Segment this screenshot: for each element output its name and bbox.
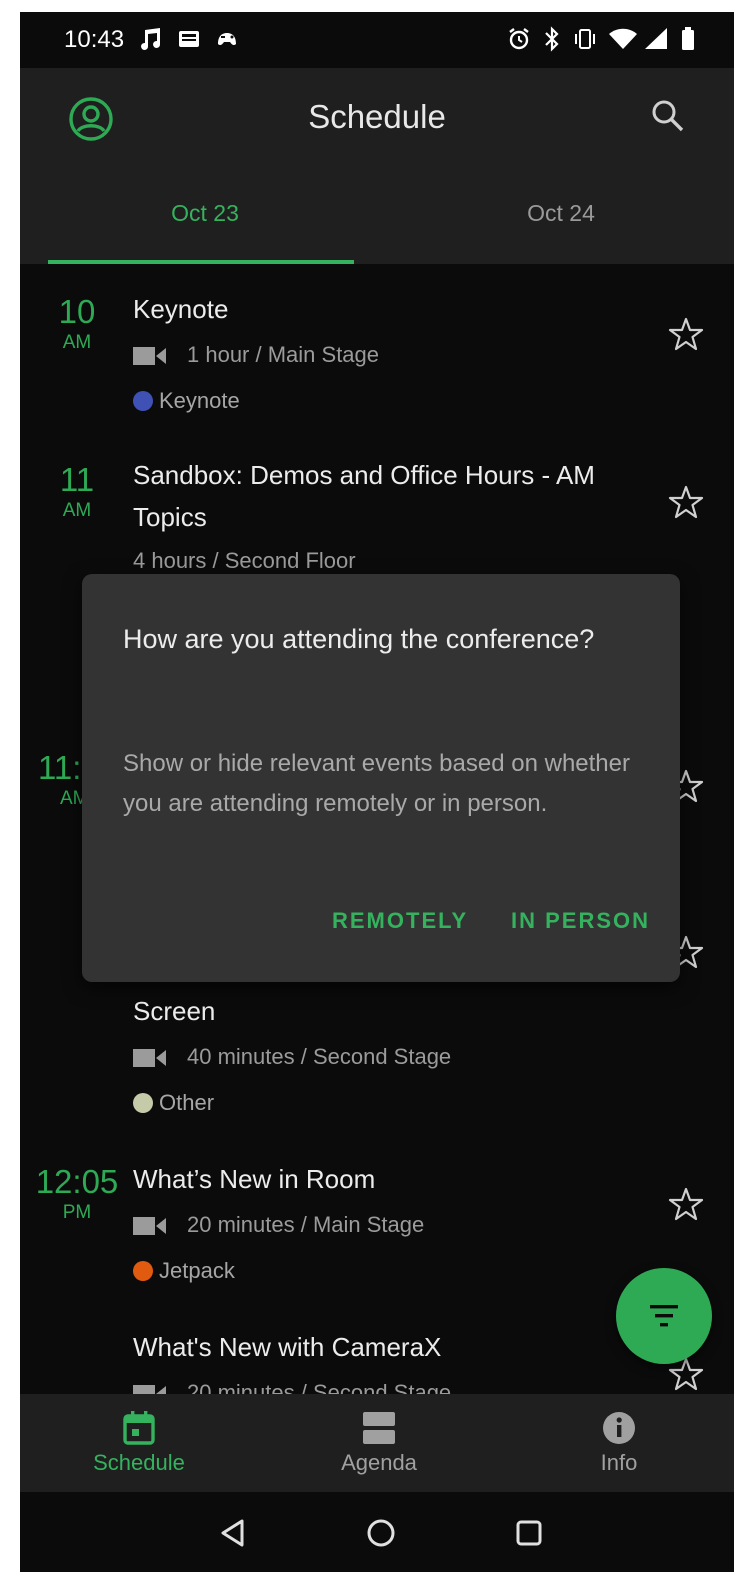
time-hour: 12:05 bbox=[35, 1163, 119, 1200]
phone-screen: 10:43 Schedule Oct 23 Oct 24 10 AM Keyno… bbox=[20, 12, 734, 1572]
star-icon[interactable] bbox=[668, 316, 704, 352]
session-meta-text: 4 hours / Second Floor bbox=[133, 548, 356, 573]
time-header: 11 AM bbox=[46, 462, 108, 524]
tag-label: Jetpack bbox=[159, 1258, 235, 1283]
calendar-icon bbox=[123, 1411, 155, 1445]
session-meta: 40 minutes / Second Stage bbox=[133, 1042, 451, 1072]
time-hour: 11 bbox=[59, 461, 95, 498]
alarm-icon bbox=[509, 28, 529, 50]
agenda-icon bbox=[363, 1412, 395, 1444]
system-navigation-bar bbox=[20, 1492, 734, 1572]
tag-dot bbox=[133, 1093, 153, 1113]
dialog-body: Show or hide relevant events based on wh… bbox=[123, 750, 630, 817]
app-bar: Schedule Oct 23 Oct 24 bbox=[20, 68, 734, 264]
in-person-button[interactable]: IN PERSON bbox=[511, 908, 650, 934]
music-note-icon bbox=[141, 28, 161, 50]
session-meta-text: 1 hour / Main Stage bbox=[187, 342, 380, 367]
session-meta-text: 20 minutes / Main Stage bbox=[187, 1212, 425, 1237]
filter-button[interactable] bbox=[616, 1268, 712, 1364]
tag-label: Keynote bbox=[159, 388, 240, 413]
time-ampm: PM bbox=[62, 1202, 92, 1223]
time-ampm: AM bbox=[62, 332, 92, 353]
nav-info[interactable]: Info bbox=[500, 1394, 734, 1492]
time-header: 10 AM bbox=[46, 294, 108, 356]
battery-icon bbox=[682, 27, 694, 50]
session-meta: 1 hour / Main Stage bbox=[133, 340, 379, 370]
nav-agenda[interactable]: Agenda bbox=[260, 1394, 498, 1492]
session-tag: Keynote bbox=[133, 386, 240, 416]
session-tag: Jetpack bbox=[133, 1256, 235, 1286]
session-title[interactable]: Screen bbox=[133, 990, 653, 1032]
game-controller-icon bbox=[218, 33, 236, 46]
tag-dot bbox=[133, 1261, 153, 1281]
tab-indicator bbox=[48, 260, 354, 264]
filter-icon bbox=[650, 1305, 678, 1327]
status-bar: 10:43 bbox=[20, 12, 734, 68]
remotely-button[interactable]: REMOTELY bbox=[332, 908, 468, 934]
news-icon bbox=[179, 31, 199, 47]
nav-label: Info bbox=[600, 1450, 638, 1475]
time-ampm: AM bbox=[62, 500, 92, 521]
recents-icon[interactable] bbox=[514, 1518, 544, 1548]
session-meta-text: 20 minutes / Second Stage bbox=[187, 1380, 452, 1394]
tag-label: Other bbox=[159, 1090, 215, 1115]
session-meta: 20 minutes / Second Stage bbox=[133, 1378, 451, 1394]
dialog-title: How are you attending the conference? bbox=[123, 624, 595, 654]
nav-label: Agenda bbox=[341, 1450, 417, 1475]
video-camera-icon bbox=[133, 1049, 166, 1068]
tab-oct-24[interactable]: Oct 24 bbox=[396, 200, 726, 227]
vibrate-icon bbox=[575, 29, 595, 49]
tab-oct-23[interactable]: Oct 23 bbox=[40, 200, 370, 227]
signal-icon bbox=[645, 28, 667, 49]
video-camera-icon bbox=[133, 1385, 166, 1394]
back-icon[interactable] bbox=[218, 1518, 248, 1548]
star-icon[interactable] bbox=[668, 484, 704, 520]
star-icon[interactable] bbox=[668, 1186, 704, 1222]
search-icon[interactable] bbox=[650, 98, 686, 134]
time-header: 12:05 PM bbox=[32, 1164, 122, 1226]
session-tag: Other bbox=[133, 1088, 214, 1118]
session-title[interactable]: What's New with CameraX bbox=[133, 1326, 653, 1368]
session-title[interactable]: Sandbox: Demos and Office Hours - AM Top… bbox=[133, 454, 653, 538]
status-time: 10:43 bbox=[64, 26, 125, 53]
nav-label: Schedule bbox=[93, 1450, 185, 1475]
tag-dot bbox=[133, 391, 153, 411]
bottom-navigation: Schedule Agenda Info bbox=[20, 1394, 734, 1492]
session-meta: 20 minutes / Main Stage bbox=[133, 1210, 424, 1240]
nav-schedule[interactable]: Schedule bbox=[20, 1394, 258, 1492]
home-icon[interactable] bbox=[366, 1518, 396, 1548]
page-title: Schedule bbox=[308, 98, 446, 135]
video-camera-icon bbox=[133, 1217, 166, 1236]
info-icon bbox=[603, 1412, 635, 1444]
time-hour: 10 bbox=[58, 293, 96, 330]
session-meta-text: 40 minutes / Second Stage bbox=[187, 1044, 452, 1069]
video-camera-icon bbox=[133, 347, 166, 366]
session-title[interactable]: What’s New in Room bbox=[133, 1158, 653, 1200]
bluetooth-icon bbox=[545, 26, 559, 52]
session-title[interactable]: Keynote bbox=[133, 288, 653, 330]
attendance-dialog: How are you attending the conference? Sh… bbox=[82, 574, 680, 982]
wifi-icon bbox=[609, 28, 637, 49]
session-meta: 4 hours / Second Floor bbox=[133, 546, 356, 576]
